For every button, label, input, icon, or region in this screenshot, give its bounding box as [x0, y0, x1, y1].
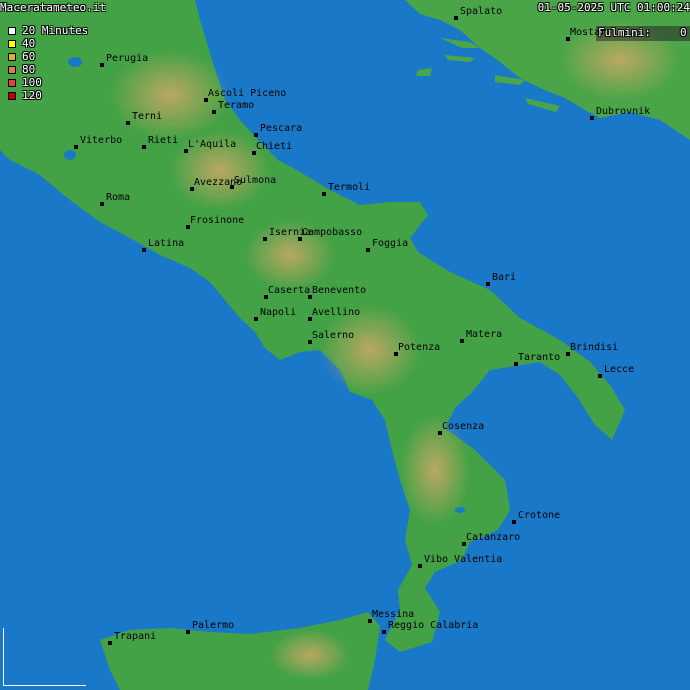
relief-sicily	[270, 630, 350, 680]
city-viterbo: Viterbo	[74, 135, 122, 149]
legend-item: 60	[8, 51, 35, 63]
city-caserta: Caserta	[264, 285, 310, 299]
city-benevento: Benevento	[308, 285, 366, 299]
city-mostar: Mostar	[566, 27, 606, 41]
city-chieti: Chieti	[252, 141, 292, 155]
city-vibo-valentia: Vibo Valentia	[418, 554, 502, 568]
city-spalato: Spalato	[454, 6, 502, 20]
lightning-map: Maceratameteo.it 01-05-2025 UTC 01:00:24…	[0, 0, 690, 690]
timestamp: 01-05-2025 UTC 01:00:24	[537, 1, 690, 14]
city-frosinone: Frosinone	[186, 215, 244, 229]
city-taranto: Taranto	[514, 352, 560, 366]
legend-swatch	[8, 53, 16, 61]
city-termoli: Termoli	[322, 182, 370, 196]
legend-item: 100	[8, 77, 42, 89]
city-pescara: Pescara	[254, 123, 302, 137]
city-ascoli-piceno: Ascoli Piceno	[204, 88, 286, 102]
city-palermo: Palermo	[186, 620, 234, 634]
city-catanzaro: Catanzaro	[462, 532, 520, 546]
city-perugia: Perugia	[100, 53, 148, 67]
city-latina: Latina	[142, 238, 184, 252]
city-roma: Roma	[100, 192, 130, 206]
city-bari: Bari	[486, 272, 516, 286]
legend-item: 20 Minutes	[8, 25, 88, 37]
legend-item: 80	[8, 64, 35, 76]
city-trapani: Trapani	[108, 631, 156, 645]
lake	[68, 57, 82, 67]
city-terni: Terni	[126, 111, 162, 125]
legend-swatch	[8, 66, 16, 74]
city-cosenza: Cosenza	[438, 421, 484, 435]
fulmini-count: 0	[680, 26, 687, 39]
lake	[64, 150, 76, 160]
legend-item: 40	[8, 38, 35, 50]
site-title: Maceratameteo.it	[0, 1, 106, 14]
city-messina: Messina	[368, 609, 414, 623]
city-brindisi: Brindisi	[566, 342, 618, 356]
city-matera: Matera	[460, 329, 502, 343]
city-campobasso: Campobasso	[298, 227, 362, 241]
city-laquila: L'Aquila	[184, 139, 236, 153]
scale-bar	[3, 628, 86, 686]
legend-swatch	[8, 27, 16, 35]
city-reggio-calabria: Reggio Calabria	[382, 620, 478, 634]
lake	[455, 507, 465, 513]
city-crotone: Crotone	[512, 510, 560, 524]
legend-item: 120	[8, 90, 42, 102]
legend-swatch	[8, 79, 16, 87]
city-napoli: Napoli	[254, 307, 296, 321]
legend-swatch	[8, 92, 16, 100]
city-dubrovnik: Dubrovnik	[590, 106, 650, 120]
legend-swatch	[8, 40, 16, 48]
city-rieti: Rieti	[142, 135, 178, 149]
city-salerno: Salerno	[308, 330, 354, 344]
city-lecce: Lecce	[598, 364, 634, 378]
fulmini-panel: Fulmini: 0	[596, 26, 690, 41]
city-teramo: Teramo	[212, 100, 254, 114]
city-avellino: Avellino	[308, 307, 360, 321]
city-avezzano: Avezzano	[190, 177, 242, 191]
city-foggia: Foggia	[366, 238, 408, 252]
city-potenza: Potenza	[394, 342, 440, 356]
